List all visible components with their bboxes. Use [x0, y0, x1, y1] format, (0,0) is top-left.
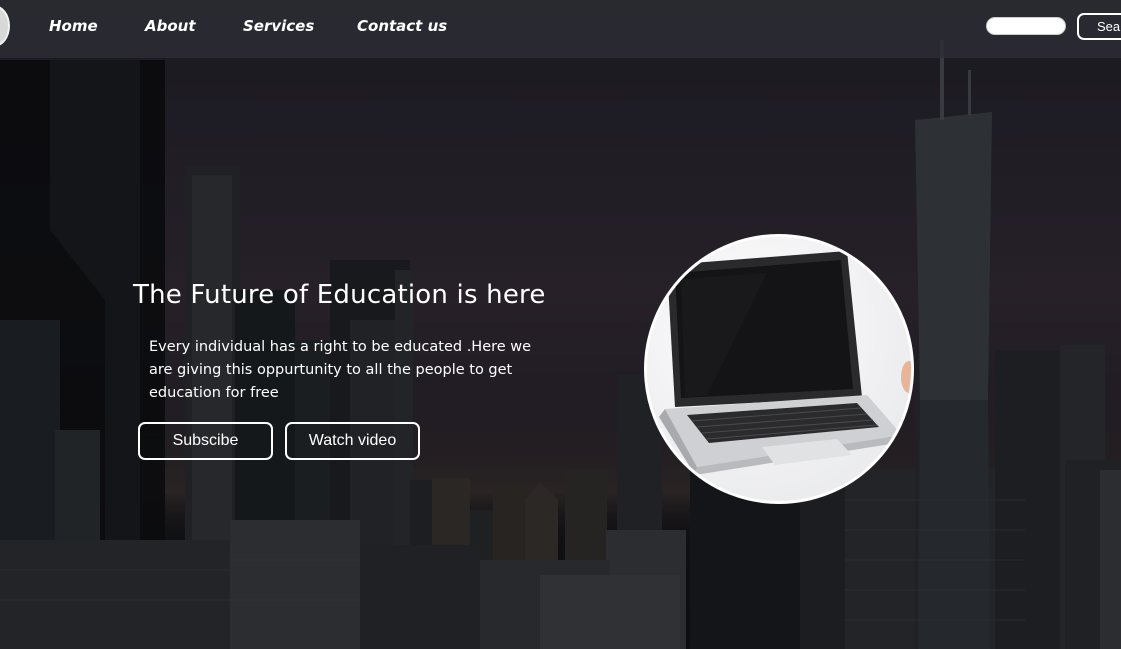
- logo-icon[interactable]: [0, 5, 10, 47]
- laptop-icon: [659, 251, 911, 475]
- city-skyline-background: [0, 0, 1121, 649]
- nav-link-about[interactable]: About: [145, 17, 196, 35]
- nav-link-home[interactable]: Home: [49, 17, 98, 35]
- hero-title: The Future of Education is here: [133, 280, 546, 310]
- hero-description: Every individual has a right to be educa…: [149, 339, 532, 401]
- search-button[interactable]: Search: [1077, 13, 1121, 40]
- navbar: Home About Services Contact us Search: [0, 0, 1121, 58]
- watch-video-button[interactable]: Watch video: [285, 422, 420, 460]
- page: Home About Services Contact us Search Th…: [0, 0, 1121, 649]
- laptop-image: [644, 234, 914, 504]
- search-input[interactable]: [986, 17, 1066, 35]
- nav-link-contact[interactable]: Contact us: [357, 17, 447, 35]
- subscribe-button[interactable]: Subscibe: [138, 422, 273, 460]
- nav-link-services[interactable]: Services: [243, 17, 314, 35]
